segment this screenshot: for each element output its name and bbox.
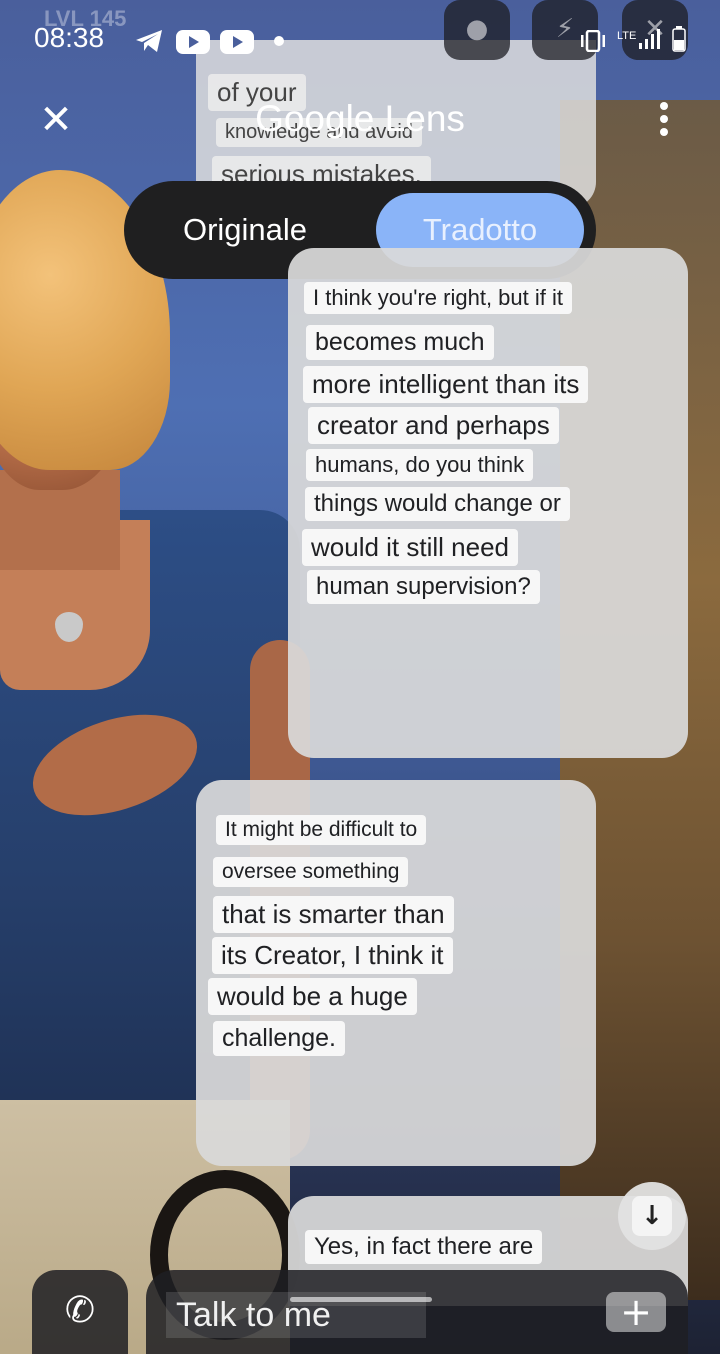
translated-line: that is smarter than [213,896,454,933]
dot-icon [274,36,284,46]
translated-line: creator and perhaps [308,407,559,444]
translated-line: its Creator, I think it [212,937,453,974]
status-bar: LVL 145 ● ⚡ ✕ 08:38 LTE [0,0,720,80]
translated-line: It might be difficult to [216,815,427,846]
more-menu-button[interactable] [654,102,674,142]
youtube-icon [176,30,210,54]
translated-line: challenge. [213,1021,345,1057]
chat-icon: ● [465,14,489,44]
network-type: LTE [617,30,637,42]
signal-icon [639,29,660,49]
call-button[interactable]: ✆ [32,1270,128,1354]
arrow-down-icon: ↓ [632,1196,672,1236]
clock: 08:38 [34,22,105,53]
input-bar: ✆ + [0,1270,720,1354]
chat-bubble-button[interactable]: ● [444,0,510,60]
vibrate-icon [581,30,605,52]
telegram-icon [136,30,162,52]
youtube-icon [220,30,254,54]
page-title: Google Lens [255,98,465,139]
translated-line: human supervision? [307,570,540,604]
translated-line: becomes much [306,325,494,361]
translated-line: I think you're right, but if it [304,282,572,314]
translated-line: humans, do you think [306,449,534,481]
battery-icon [672,26,686,52]
more-vert-icon [660,102,668,110]
gesture-handle[interactable] [290,1297,432,1302]
add-button[interactable]: + [606,1292,666,1332]
translated-line: oversee something [213,857,409,888]
translated-line: things would change or [305,487,570,521]
scroll-down-button[interactable]: ↓ [618,1182,686,1250]
translated-line: would it still need [302,529,518,566]
message-input-wrapper: + [146,1270,688,1354]
translated-line: more intelligent than its [303,366,589,403]
translated-line: would be a huge [208,978,417,1015]
phone-icon: ✆ [64,1290,96,1331]
translated-line: Yes, in fact there are [305,1230,543,1264]
